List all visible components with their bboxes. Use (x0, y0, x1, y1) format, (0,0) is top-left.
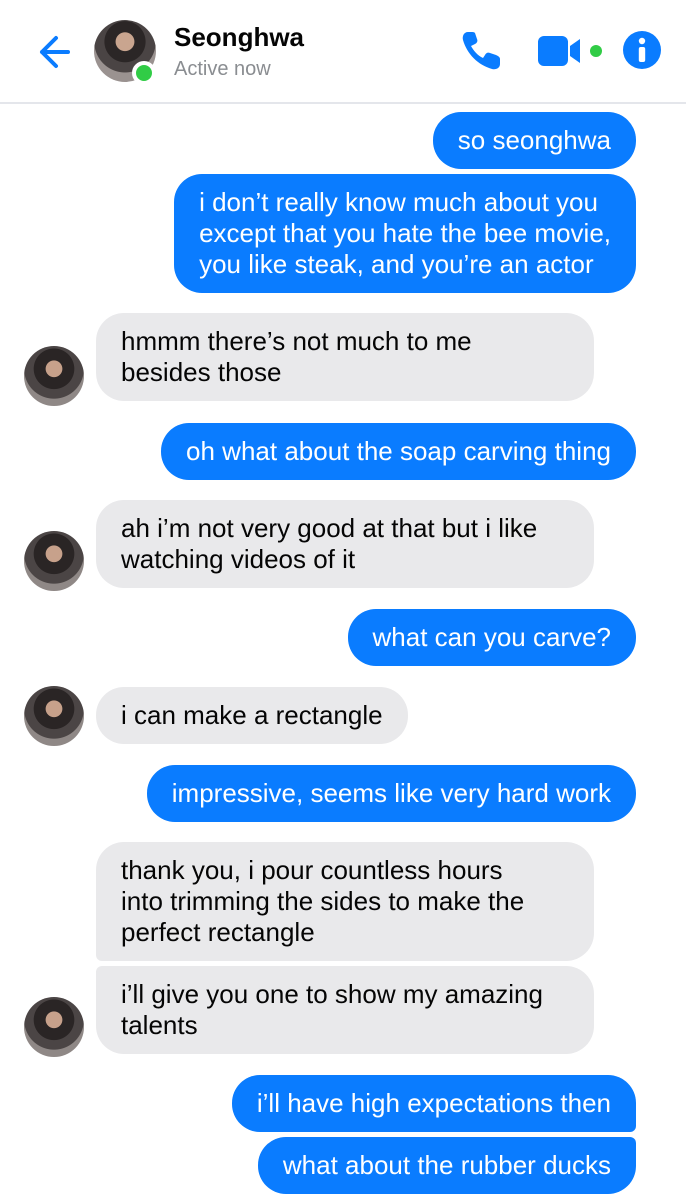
sent-message[interactable]: i don’t really know much about you excep… (174, 174, 636, 293)
message-text: so seonghwa (457, 125, 611, 155)
video-camera-icon[interactable] (536, 32, 608, 70)
contact-avatar-small[interactable] (24, 997, 84, 1057)
message-text: besides those (121, 357, 282, 387)
message-text: except that you hate the bee movie, (199, 218, 611, 248)
message-text: i can make a rectangle (121, 700, 383, 730)
received-message[interactable]: hmmm there’s not much to me besides thos… (96, 313, 594, 401)
message-text: ah i’m not very good at that but i like (121, 513, 538, 543)
message-text: you like steak, and you’re an actor (199, 249, 594, 279)
message-text: into trimming the sides to make the (121, 886, 525, 916)
message-text: thank you, i pour countless hours (121, 855, 503, 885)
message-text: what can you carve? (372, 622, 611, 652)
contact-avatar-small[interactable] (24, 531, 84, 591)
contact-avatar-small[interactable] (24, 346, 84, 406)
message-text: watching videos of it (121, 544, 356, 574)
contact-avatar-small[interactable] (24, 686, 84, 746)
contact-name[interactable]: Seonghwa (174, 22, 304, 53)
back-arrow-icon[interactable] (30, 30, 74, 74)
info-icon[interactable] (622, 30, 662, 70)
received-message[interactable]: i can make a rectangle (96, 687, 408, 744)
sent-message[interactable]: what about the rubber ducks (257, 1137, 636, 1194)
message-text: hmmm there’s not much to me (121, 326, 472, 356)
sent-message[interactable]: so seonghwa (432, 112, 636, 169)
phone-icon[interactable] (458, 28, 504, 74)
online-status-dot (132, 61, 156, 85)
message-text: impressive, seems like very hard work (171, 778, 611, 808)
received-message[interactable]: i’ll give you one to show my amazing tal… (96, 966, 594, 1054)
message-text: talents (121, 1010, 198, 1040)
message-text: i’ll give you one to show my amazing (121, 979, 543, 1009)
message-text: i don’t really know much about you (199, 187, 598, 217)
contact-status: Active now (174, 58, 271, 80)
received-message[interactable]: ah i’m not very good at that but i like … (96, 500, 594, 588)
received-message[interactable]: thank you, i pour countless hours into t… (96, 842, 594, 961)
message-text: what about the rubber ducks (282, 1150, 611, 1180)
message-text: oh what about the soap carving thing (186, 436, 611, 466)
sent-message[interactable]: impressive, seems like very hard work (146, 765, 636, 822)
sent-message[interactable]: what can you carve? (347, 609, 636, 666)
sent-message[interactable]: i’ll have high expectations then (231, 1075, 636, 1132)
message-text: i’ll have high expectations then (256, 1088, 611, 1118)
chat-header: Seonghwa Active now (0, 0, 686, 104)
sent-message[interactable]: oh what about the soap carving thing (161, 423, 636, 480)
message-text: perfect rectangle (121, 917, 315, 947)
